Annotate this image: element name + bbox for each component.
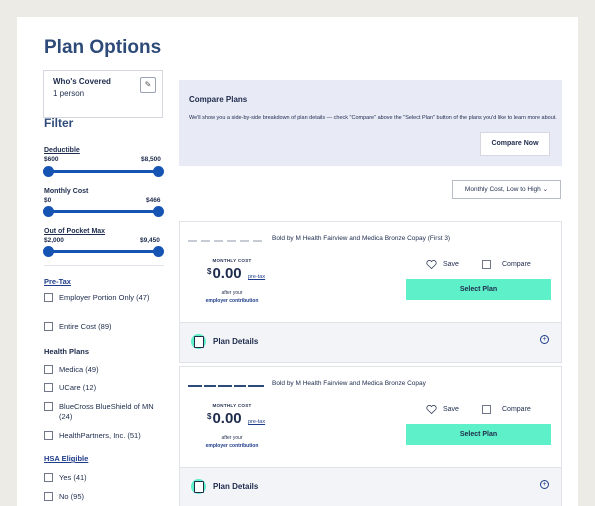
pretax-link[interactable]: pre-tax <box>248 419 265 425</box>
save-button[interactable]: Save <box>426 405 459 414</box>
deductible-min-handle[interactable] <box>43 166 54 177</box>
compare-plans-banner: Compare Plans We'll show you a side-by-s… <box>179 80 562 166</box>
checkbox[interactable] <box>44 293 53 302</box>
monthly-cost-min: $0 <box>44 197 52 204</box>
pretax-heading[interactable]: Pre-Tax <box>44 277 71 286</box>
deductible-label[interactable]: Deductible <box>44 147 80 154</box>
deductible-max: $8,500 <box>141 156 161 163</box>
plan-details-label: Plan Details <box>213 482 259 491</box>
monthly-cost-label: MONTHLY COST <box>212 403 252 408</box>
compare-plans-title: Compare Plans <box>189 95 248 104</box>
plus-circle-icon[interactable]: + <box>540 480 549 489</box>
compare-plans-description: We'll show you a side-by-side breakdown … <box>189 115 557 121</box>
compare-checkbox[interactable]: Compare <box>482 405 531 414</box>
monthly-cost-max: $466 <box>146 197 161 204</box>
checkbox[interactable] <box>44 322 53 331</box>
plan-card: Bold by M Health Fairview and Medica Bro… <box>179 366 562 506</box>
checkbox[interactable] <box>44 402 53 411</box>
pencil-icon: ✎ <box>144 80 152 89</box>
monthly-cost-max-handle[interactable] <box>153 206 164 217</box>
monthly-cost-label: MONTHLY COST <box>212 258 252 263</box>
plan-details-toggle[interactable]: Plan Details + <box>180 322 561 362</box>
deductible-min: $600 <box>44 156 59 163</box>
monthly-price: $0.00 <box>207 410 242 427</box>
oop-max-max-handle[interactable] <box>153 246 164 257</box>
edit-covered-button[interactable]: ✎ <box>140 77 156 93</box>
compare-checkbox[interactable]: Compare <box>482 260 531 269</box>
oop-max-max: $9,450 <box>140 237 160 244</box>
filter-option-medica[interactable]: Medica (49) <box>44 365 174 375</box>
filter-option-bcbs[interactable]: BlueCross BlueShield of MN (24) <box>44 402 174 422</box>
plan-logo <box>188 240 262 242</box>
checkbox[interactable] <box>482 260 491 269</box>
chevron-down-icon: ⌄ <box>542 186 549 193</box>
monthly-cost-label: Monthly Cost <box>44 188 89 195</box>
after-your-text: after your <box>221 290 243 296</box>
plan-details-label: Plan Details <box>213 337 259 346</box>
whos-covered-label: Who's Covered <box>53 77 111 86</box>
document-icon <box>191 334 206 349</box>
filter-option-ucare[interactable]: UCare (12) <box>44 383 174 393</box>
whos-covered-value: 1 person <box>53 89 85 98</box>
monthly-cost-track <box>49 210 159 213</box>
filter-option-hsa-no[interactable]: No (95) <box>44 492 174 502</box>
plan-card: Bold by M Health Fairview and Medica Bro… <box>179 221 562 363</box>
whos-covered-card: Who's Covered 1 person ✎ <box>43 70 163 118</box>
employer-contribution-link[interactable]: employer contribution <box>192 298 272 304</box>
after-your-text: after your <box>221 435 243 441</box>
oop-max-track <box>49 250 159 253</box>
oop-max-label[interactable]: Out of Pocket Max <box>44 228 105 235</box>
document-icon <box>191 479 206 494</box>
health-plans-heading: Health Plans <box>44 347 90 356</box>
employer-contribution-link[interactable]: employer contribution <box>192 443 272 449</box>
monthly-cost-min-handle[interactable] <box>43 206 54 217</box>
hsa-heading[interactable]: HSA Eligible <box>44 454 88 463</box>
sort-select[interactable]: Monthly Cost, Low to High ⌄ <box>452 180 561 199</box>
plan-details-toggle[interactable]: Plan Details + <box>180 467 561 506</box>
deductible-max-handle[interactable] <box>153 166 164 177</box>
select-plan-button[interactable]: Select Plan <box>406 424 551 445</box>
filter-heading: Filter <box>44 116 74 130</box>
heart-icon <box>426 260 437 269</box>
plus-circle-icon[interactable]: + <box>540 335 549 344</box>
oop-max-min: $2,000 <box>44 237 64 244</box>
checkbox[interactable] <box>44 492 53 501</box>
plan-name: Bold by M Health Fairview and Medica Bro… <box>272 235 451 242</box>
page-title: Plan Options <box>44 37 162 58</box>
heart-icon <box>426 405 437 414</box>
monthly-price: $0.00 <box>207 265 242 282</box>
pretax-link[interactable]: pre-tax <box>248 274 265 280</box>
filter-option-healthpartners[interactable]: HealthPartners, Inc. (51) <box>44 431 174 441</box>
checkbox[interactable] <box>44 365 53 374</box>
plan-options-page: Plan Options Who's Covered 1 person ✎ Fi… <box>17 17 578 506</box>
plan-logo <box>188 385 264 387</box>
filter-option-hsa-yes[interactable]: Yes (41) <box>44 473 174 483</box>
compare-now-button[interactable]: Compare Now <box>480 132 550 156</box>
save-button[interactable]: Save <box>426 260 459 269</box>
filter-option-employer-portion[interactable]: Employer Portion Only (47) <box>44 293 174 303</box>
checkbox[interactable] <box>44 431 53 440</box>
filter-option-entire-cost[interactable]: Entire Cost (89) <box>44 322 174 332</box>
filter-divider <box>44 265 164 266</box>
oop-max-min-handle[interactable] <box>43 246 54 257</box>
checkbox[interactable] <box>44 473 53 482</box>
plan-name: Bold by M Health Fairview and Medica Bro… <box>272 380 426 387</box>
select-plan-button[interactable]: Select Plan <box>406 279 551 300</box>
checkbox[interactable] <box>482 405 491 414</box>
checkbox[interactable] <box>44 383 53 392</box>
deductible-track <box>49 170 159 173</box>
